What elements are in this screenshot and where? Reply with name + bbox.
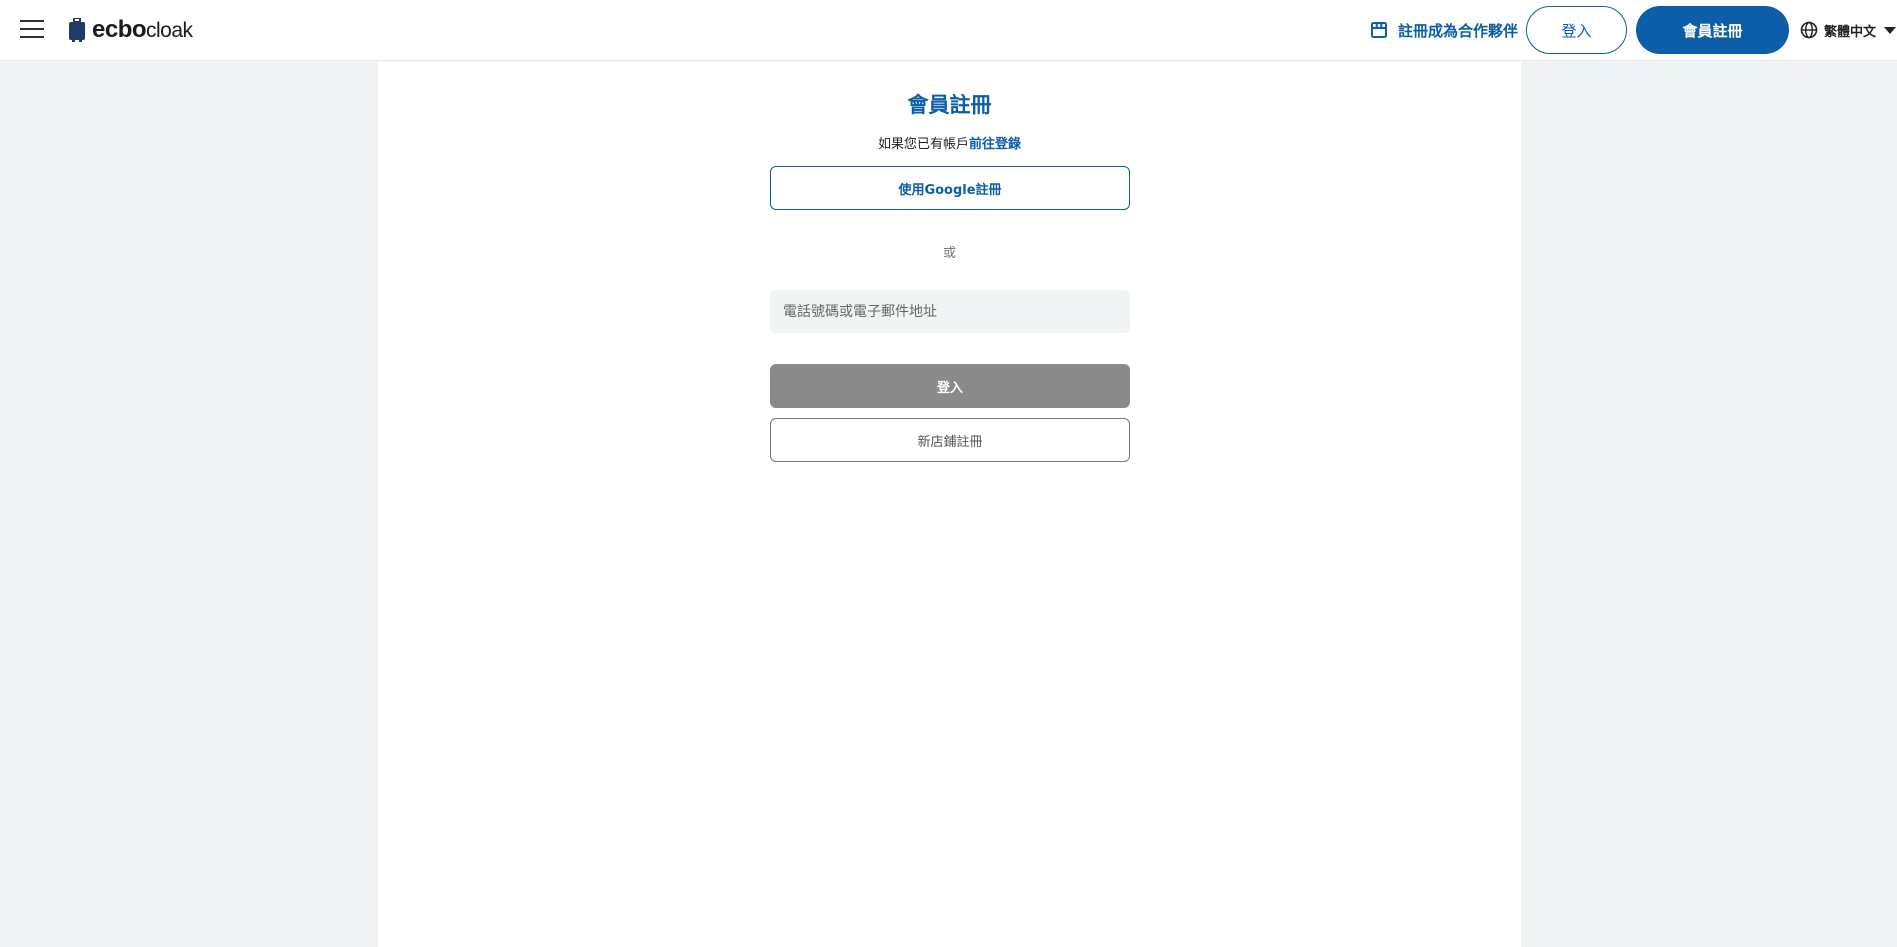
partner-signup-link[interactable]: 註冊成為合作夥伴 <box>1370 18 1518 42</box>
caret-down-icon <box>1884 26 1897 34</box>
phone-or-email-input[interactable] <box>770 290 1130 333</box>
globe-icon <box>1800 21 1818 39</box>
or-divider: 或 <box>942 246 956 261</box>
login-submit-button[interactable]: 登入 <box>770 364 1130 408</box>
logo-text: ecbocloak <box>92 16 193 43</box>
page-title: 會員註冊 <box>907 93 992 117</box>
new-store-signup-button[interactable]: 新店鋪註冊 <box>770 418 1130 462</box>
partner-signup-label: 註冊成為合作夥伴 <box>1398 21 1519 40</box>
suitcase-icon <box>69 18 85 42</box>
login-prompt-text: 如果您已有帳戶 <box>877 137 969 152</box>
login-prompt: 如果您已有帳戶前往登錄 <box>378 133 1521 152</box>
google-signup-button[interactable]: 使用Google註冊 <box>770 166 1130 210</box>
language-label: 繁體中文 <box>1824 24 1877 40</box>
go-to-login-link[interactable]: 前往登錄 <box>969 137 1021 152</box>
header-signup-button[interactable]: 會員註冊 <box>1636 6 1789 54</box>
signup-panel: 會員註冊 如果您已有帳戶前往登錄 使用Google註冊 或 登入 新店鋪註冊 <box>378 61 1521 947</box>
language-selector[interactable]: 繁體中文 <box>1800 18 1897 42</box>
menu-icon[interactable] <box>20 18 44 40</box>
top-header: ecbocloak 註冊成為合作夥伴 登入 會員註冊 繁體中文 <box>0 0 1897 61</box>
header-login-button[interactable]: 登入 <box>1526 6 1627 54</box>
store-icon <box>1371 22 1387 38</box>
logo[interactable]: ecbocloak <box>68 14 193 46</box>
